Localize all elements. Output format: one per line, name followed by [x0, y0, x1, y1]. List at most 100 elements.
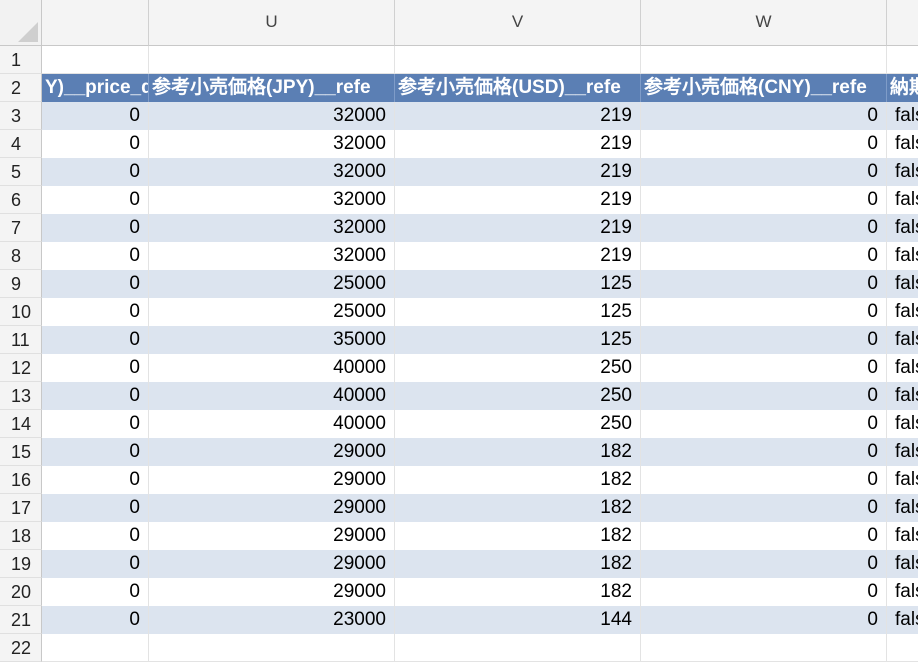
- table-cell[interactable]: 182: [395, 466, 641, 494]
- header-cell[interactable]: Y)__price_d: [42, 74, 149, 102]
- table-cell[interactable]: 0: [641, 326, 887, 354]
- table-cell[interactable]: 182: [395, 522, 641, 550]
- table-cell[interactable]: 29000: [149, 494, 395, 522]
- table-cell[interactable]: 0: [42, 158, 149, 186]
- table-cell[interactable]: 0: [641, 410, 887, 438]
- row-header[interactable]: 21: [0, 606, 42, 634]
- row-header[interactable]: 6: [0, 186, 42, 214]
- table-cell[interactable]: 219: [395, 102, 641, 130]
- table-cell[interactable]: 0: [641, 242, 887, 270]
- table-cell[interactable]: 125: [395, 326, 641, 354]
- table-cell[interactable]: 219: [395, 214, 641, 242]
- table-cell[interactable]: 125: [395, 270, 641, 298]
- table-cell[interactable]: 40000: [149, 354, 395, 382]
- table-cell[interactable]: 219: [395, 186, 641, 214]
- table-cell[interactable]: 25000: [149, 298, 395, 326]
- table-cell[interactable]: 29000: [149, 466, 395, 494]
- table-cell[interactable]: 25000: [149, 270, 395, 298]
- table-cell[interactable]: [149, 634, 395, 662]
- table-cell[interactable]: 250: [395, 410, 641, 438]
- table-cell[interactable]: 0: [42, 186, 149, 214]
- table-cell[interactable]: fals: [887, 242, 918, 270]
- table-cell[interactable]: 0: [641, 214, 887, 242]
- table-cell[interactable]: 219: [395, 242, 641, 270]
- table-cell[interactable]: 0: [42, 130, 149, 158]
- table-cell[interactable]: [887, 634, 918, 662]
- table-cell[interactable]: 0: [42, 326, 149, 354]
- table-cell[interactable]: 182: [395, 578, 641, 606]
- table-cell[interactable]: 0: [641, 466, 887, 494]
- table-cell[interactable]: 0: [641, 270, 887, 298]
- table-cell[interactable]: fals: [887, 410, 918, 438]
- table-cell[interactable]: 0: [42, 270, 149, 298]
- table-cell[interactable]: fals: [887, 438, 918, 466]
- row-header[interactable]: 10: [0, 298, 42, 326]
- table-cell[interactable]: 0: [42, 354, 149, 382]
- header-cell[interactable]: 納期: [887, 74, 918, 102]
- header-cell[interactable]: 参考小売価格(USD)__refe: [395, 74, 641, 102]
- row-header[interactable]: 20: [0, 578, 42, 606]
- column-header[interactable]: [887, 0, 918, 46]
- row-header[interactable]: 17: [0, 494, 42, 522]
- table-cell[interactable]: 29000: [149, 578, 395, 606]
- table-cell[interactable]: 29000: [149, 550, 395, 578]
- table-cell[interactable]: 40000: [149, 382, 395, 410]
- table-cell[interactable]: 40000: [149, 410, 395, 438]
- row-header[interactable]: 8: [0, 242, 42, 270]
- row-header[interactable]: 15: [0, 438, 42, 466]
- table-cell[interactable]: [42, 46, 149, 74]
- table-cell[interactable]: 0: [42, 522, 149, 550]
- table-cell[interactable]: 250: [395, 382, 641, 410]
- table-cell[interactable]: 0: [42, 550, 149, 578]
- table-cell[interactable]: fals: [887, 158, 918, 186]
- row-header[interactable]: 19: [0, 550, 42, 578]
- table-cell[interactable]: 32000: [149, 102, 395, 130]
- table-cell[interactable]: 0: [641, 438, 887, 466]
- table-cell[interactable]: 0: [641, 130, 887, 158]
- table-cell[interactable]: 0: [42, 438, 149, 466]
- table-cell[interactable]: fals: [887, 354, 918, 382]
- table-cell[interactable]: fals: [887, 326, 918, 354]
- table-cell[interactable]: 125: [395, 298, 641, 326]
- select-all-corner[interactable]: [0, 0, 42, 46]
- table-cell[interactable]: 0: [641, 550, 887, 578]
- table-cell[interactable]: 0: [42, 102, 149, 130]
- table-cell[interactable]: fals: [887, 578, 918, 606]
- table-cell[interactable]: fals: [887, 522, 918, 550]
- table-cell[interactable]: 0: [42, 466, 149, 494]
- table-cell[interactable]: 35000: [149, 326, 395, 354]
- table-cell[interactable]: 0: [42, 494, 149, 522]
- table-cell[interactable]: fals: [887, 606, 918, 634]
- row-header[interactable]: 3: [0, 102, 42, 130]
- row-header[interactable]: 16: [0, 466, 42, 494]
- table-cell[interactable]: 0: [42, 578, 149, 606]
- row-header[interactable]: 2: [0, 74, 42, 102]
- table-cell[interactable]: fals: [887, 298, 918, 326]
- table-cell[interactable]: 144: [395, 606, 641, 634]
- table-cell[interactable]: 0: [641, 606, 887, 634]
- table-cell[interactable]: 0: [42, 606, 149, 634]
- table-cell[interactable]: 0: [641, 494, 887, 522]
- row-header[interactable]: 13: [0, 382, 42, 410]
- table-cell[interactable]: [395, 46, 641, 74]
- table-cell[interactable]: [641, 46, 887, 74]
- table-cell[interactable]: fals: [887, 494, 918, 522]
- row-header[interactable]: 22: [0, 634, 42, 662]
- header-cell[interactable]: 参考小売価格(JPY)__refe: [149, 74, 395, 102]
- table-cell[interactable]: [887, 46, 918, 74]
- table-cell[interactable]: fals: [887, 466, 918, 494]
- table-cell[interactable]: 0: [641, 298, 887, 326]
- header-cell[interactable]: 参考小売価格(CNY)__refe: [641, 74, 887, 102]
- table-cell[interactable]: 29000: [149, 522, 395, 550]
- row-header[interactable]: 5: [0, 158, 42, 186]
- table-cell[interactable]: 32000: [149, 214, 395, 242]
- table-cell[interactable]: 0: [42, 298, 149, 326]
- table-cell[interactable]: fals: [887, 186, 918, 214]
- row-header[interactable]: 11: [0, 326, 42, 354]
- row-header[interactable]: 14: [0, 410, 42, 438]
- table-cell[interactable]: 219: [395, 158, 641, 186]
- table-cell[interactable]: 219: [395, 130, 641, 158]
- table-cell[interactable]: fals: [887, 102, 918, 130]
- table-cell[interactable]: 0: [42, 410, 149, 438]
- table-cell[interactable]: 0: [42, 382, 149, 410]
